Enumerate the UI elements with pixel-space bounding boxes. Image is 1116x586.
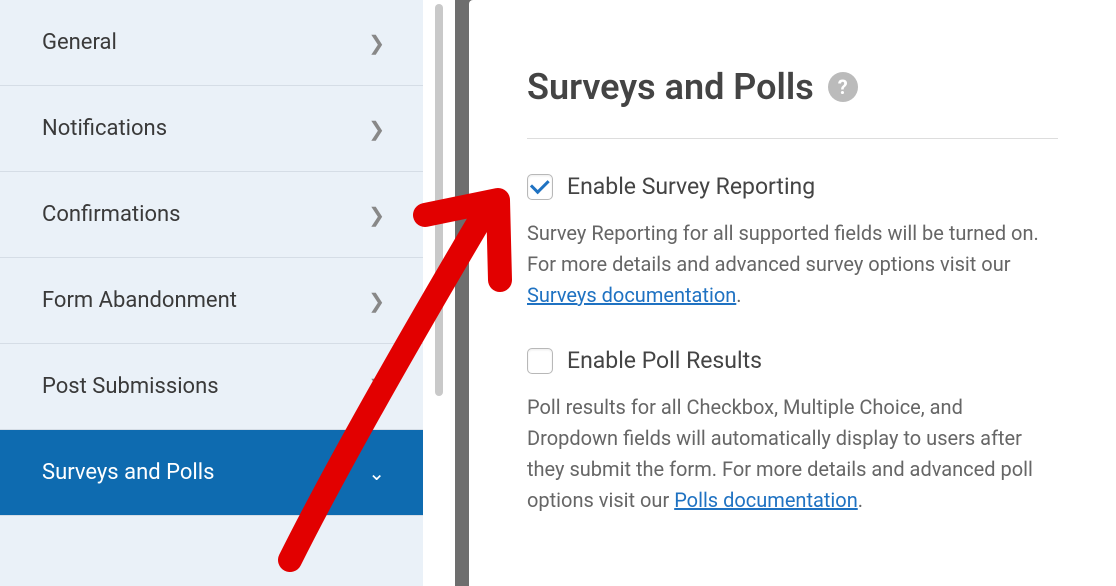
sidebar-item-label: General <box>42 30 117 55</box>
option-label: Enable Survey Reporting <box>567 173 815 200</box>
option-desc-suffix: . <box>858 488 863 512</box>
option-enable-poll-results: Enable Poll Results Poll results for all… <box>527 347 1058 516</box>
option-desc-suffix: . <box>736 283 741 307</box>
divider <box>527 138 1058 139</box>
sidebar-item-general[interactable]: General ❯ <box>0 0 423 86</box>
chevron-right-icon: ❯ <box>368 289 385 313</box>
polls-documentation-link[interactable]: Polls documentation <box>674 488 858 512</box>
option-head: Enable Survey Reporting <box>527 173 1058 200</box>
panel-title-text: Surveys and Polls <box>527 66 814 108</box>
sidebar-item-label: Post Submissions <box>42 374 219 399</box>
option-enable-survey-reporting: Enable Survey Reporting Survey Reporting… <box>527 173 1058 311</box>
checkbox-enable-survey-reporting[interactable] <box>527 174 553 200</box>
sidebar-item-label: Surveys and Polls <box>42 460 214 485</box>
sidebar-item-form-abandonment[interactable]: Form Abandonment ❯ <box>0 258 423 344</box>
sidebar-item-label: Confirmations <box>42 202 181 227</box>
settings-sidebar: General ❯ Notifications ❯ Confirmations … <box>0 0 423 586</box>
option-description: Survey Reporting for all supported field… <box>527 218 1058 311</box>
settings-panel-wrap: Surveys and Polls ? Enable Survey Report… <box>455 0 1116 586</box>
divider-column <box>423 0 455 586</box>
sidebar-item-post-submissions[interactable]: Post Submissions ❯ <box>0 344 423 430</box>
sidebar-item-label: Notifications <box>42 116 167 141</box>
chevron-right-icon: ❯ <box>368 31 385 55</box>
option-label: Enable Poll Results <box>567 347 762 374</box>
help-icon[interactable]: ? <box>828 72 858 102</box>
panel-title: Surveys and Polls ? <box>527 66 858 108</box>
scrollbar[interactable] <box>435 4 443 396</box>
option-description: Poll results for all Checkbox, Multiple … <box>527 392 1058 516</box>
settings-panel: Surveys and Polls ? Enable Survey Report… <box>469 0 1116 586</box>
checkbox-enable-poll-results[interactable] <box>527 348 553 374</box>
option-desc-text: Survey Reporting for all supported field… <box>527 221 1039 276</box>
sidebar-item-confirmations[interactable]: Confirmations ❯ <box>0 172 423 258</box>
sidebar-item-surveys-polls[interactable]: Surveys and Polls ⌄ <box>0 430 423 516</box>
sidebar-item-notifications[interactable]: Notifications ❯ <box>0 86 423 172</box>
surveys-documentation-link[interactable]: Surveys documentation <box>527 283 736 307</box>
option-head: Enable Poll Results <box>527 347 1058 374</box>
chevron-down-icon: ⌄ <box>368 461 385 485</box>
chevron-right-icon: ❯ <box>368 375 385 399</box>
chevron-right-icon: ❯ <box>368 203 385 227</box>
sidebar-item-label: Form Abandonment <box>42 288 237 313</box>
chevron-right-icon: ❯ <box>368 117 385 141</box>
